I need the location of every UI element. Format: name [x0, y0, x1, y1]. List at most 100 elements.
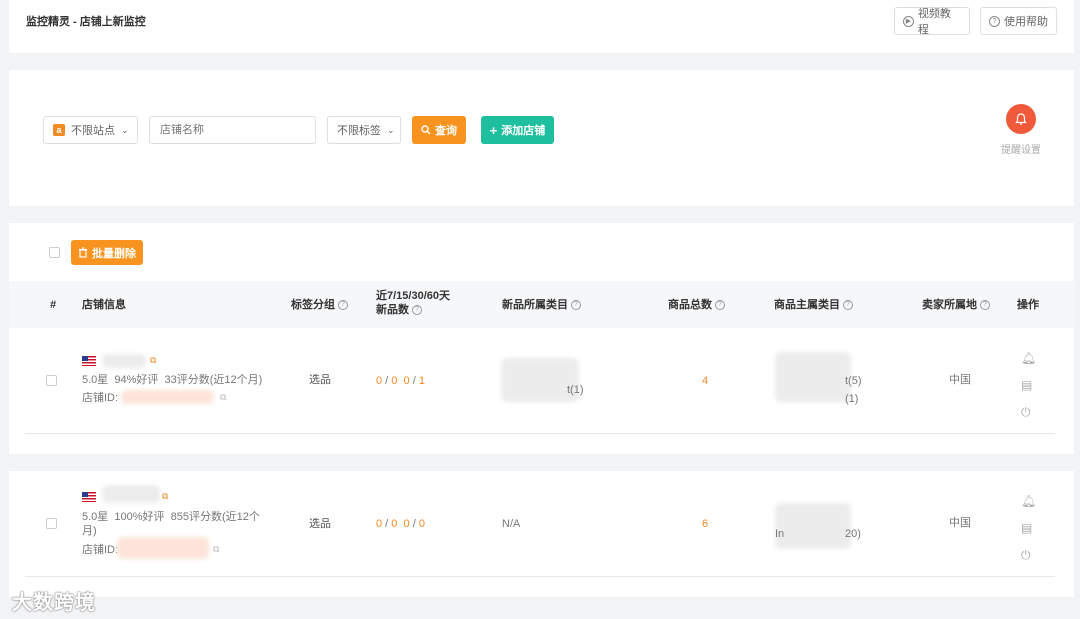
us-flag-icon	[82, 492, 96, 502]
power-icon[interactable]: ⏻	[1021, 548, 1031, 563]
seller-location: 中国	[949, 517, 971, 529]
power-icon[interactable]: ⏻	[1021, 405, 1031, 420]
bell-icon	[1015, 113, 1027, 125]
col-new-count-line1: 近7/15/30/60天	[376, 290, 450, 302]
col-tag-group: 标签分组?	[291, 298, 348, 312]
table-row-panel: ⧉ 5.0星 100%好评 855评分数(近12个 月) 店铺ID: ⧉ 选品 …	[9, 471, 1074, 597]
tag-select[interactable]: 不限标签 ⌄	[327, 116, 401, 144]
total-products-value: 4	[702, 375, 709, 387]
store-id-value	[121, 390, 214, 404]
col-new-category-label: 新品所属类目	[502, 299, 568, 311]
main-category-a: In	[775, 528, 785, 540]
note-icon[interactable]: ▤	[1021, 378, 1032, 392]
add-store-button[interactable]: + 添加店铺	[481, 116, 554, 144]
trash-icon	[79, 247, 87, 258]
store-name[interactable]	[102, 485, 160, 503]
store-table: 批量删除 # 店铺信息 标签分组? 近7/15/30/60天 新品数? 新品所属…	[9, 223, 1074, 454]
store-rating: 5.0星 94%好评 33评分数(近12个月)	[82, 374, 263, 386]
add-store-label: 添加店铺	[501, 125, 546, 137]
header-bar: 监控精灵 - 店铺上新监控 ▶ 视频教程 ? 使用帮助	[9, 0, 1074, 53]
tag-value: 选品	[309, 374, 331, 386]
count-15: 0	[391, 518, 398, 530]
new-count-values: 0 / 0 0 / 0	[376, 518, 425, 530]
row-divider	[25, 433, 1055, 434]
help-icon: ?	[571, 300, 581, 310]
col-seller-location: 卖家所属地?	[922, 298, 990, 312]
search-icon	[421, 125, 431, 135]
alert-settings-button[interactable]	[1006, 104, 1036, 134]
store-id-label: 店铺ID:	[82, 392, 119, 404]
tag-select-value: 不限标签	[337, 125, 381, 137]
help-icon: ?	[338, 300, 348, 310]
filter-panel: a 不限站点 ⌄ 不限标签 ⌄ 查询 + 添加店铺 提醒设置	[9, 70, 1074, 206]
col-total-products: 商品总数?	[668, 298, 725, 312]
query-button[interactable]: 查询	[412, 116, 466, 144]
store-rating-line2: 月)	[82, 525, 97, 537]
select-all-checkbox[interactable]	[49, 247, 60, 258]
note-icon[interactable]: ▤	[1021, 521, 1032, 535]
watermark: 大数跨境	[12, 592, 96, 614]
us-flag-icon	[82, 356, 96, 366]
site-select-value: 不限站点	[71, 125, 115, 137]
help-icon: ?	[980, 300, 990, 310]
seller-location: 中国	[949, 374, 971, 386]
question-icon: ?	[989, 15, 1000, 27]
store-name-input[interactable]	[149, 116, 316, 144]
row-checkbox[interactable]	[46, 375, 57, 386]
store-name[interactable]	[102, 354, 146, 368]
site-select[interactable]: a 不限站点 ⌄	[43, 116, 138, 144]
alert-settings-label: 提醒设置	[1001, 145, 1041, 156]
row-divider	[25, 576, 1055, 577]
video-tutorial-label: 视频教程	[917, 8, 951, 36]
main-category-blur	[775, 352, 851, 402]
col-actions: 操作	[1017, 299, 1039, 311]
external-link-icon[interactable]: ⧉	[220, 392, 226, 403]
row-checkbox[interactable]	[46, 518, 57, 529]
main-category-a: t(5)	[845, 375, 862, 387]
play-icon: ▶	[903, 15, 914, 27]
new-category-value: t(1)	[567, 384, 584, 396]
col-new-count: 近7/15/30/60天 新品数?	[376, 289, 450, 317]
table-header: # 店铺信息 标签分组? 近7/15/30/60天 新品数? 新品所属类目? 商…	[9, 281, 1074, 328]
count-60: 1	[418, 375, 425, 387]
batch-delete-label: 批量删除	[92, 247, 136, 260]
col-main-category-label: 商品主属类目	[774, 299, 840, 311]
main-category-blur	[775, 503, 851, 549]
col-index: #	[50, 299, 57, 311]
external-link-icon[interactable]: ⧉	[213, 544, 219, 555]
page-title: 监控精灵 - 店铺上新监控	[26, 16, 146, 28]
new-count-values: 0 / 0 0 / 1	[376, 375, 425, 387]
help-label: 使用帮助	[1004, 16, 1048, 28]
table-row: ⧉ 5.0星 100%好评 855评分数(近12个 月) 店铺ID: ⧉ 选品 …	[9, 471, 1074, 577]
col-main-category: 商品主属类目?	[774, 298, 853, 312]
col-tag-group-label: 标签分组	[291, 299, 335, 311]
help-icon: ?	[715, 300, 725, 310]
col-seller-location-label: 卖家所属地	[922, 299, 977, 311]
plus-icon: +	[489, 122, 498, 138]
chevron-down-icon: ⌄	[121, 124, 129, 135]
new-category-value: N/A	[502, 518, 521, 530]
store-id-label: 店铺ID:	[82, 544, 119, 556]
col-new-category: 新品所属类目?	[502, 298, 581, 312]
col-total-products-label: 商品总数	[668, 299, 712, 311]
batch-delete-button[interactable]: 批量删除	[71, 240, 143, 265]
store-rating-line1: 5.0星 100%好评 855评分数(近12个	[82, 511, 260, 523]
external-link-icon[interactable]: ⧉	[150, 355, 156, 366]
table-row: ⧉ 5.0星 94%好评 33评分数(近12个月) 店铺ID: ⧉ 选品 0 /…	[9, 328, 1074, 434]
count-15: 0	[391, 375, 398, 387]
total-products-value: 6	[702, 518, 709, 530]
query-label: 查询	[435, 125, 457, 137]
external-link-icon[interactable]: ⧉	[162, 491, 168, 502]
amazon-icon: a	[53, 124, 65, 136]
tag-value: 选品	[309, 518, 331, 530]
help-icon: ?	[412, 305, 422, 315]
video-tutorial-button[interactable]: ▶ 视频教程	[894, 7, 970, 36]
help-icon: ?	[843, 300, 853, 310]
bell-icon[interactable]: 🔔︎	[1021, 351, 1036, 365]
help-button[interactable]: ? 使用帮助	[980, 7, 1057, 35]
main-category-b: 20)	[845, 528, 861, 540]
chevron-down-icon: ⌄	[387, 124, 395, 135]
col-store-info: 店铺信息	[82, 299, 126, 311]
bell-icon[interactable]: 🔔︎	[1021, 494, 1036, 508]
col-new-count-line2: 新品数	[376, 304, 409, 316]
